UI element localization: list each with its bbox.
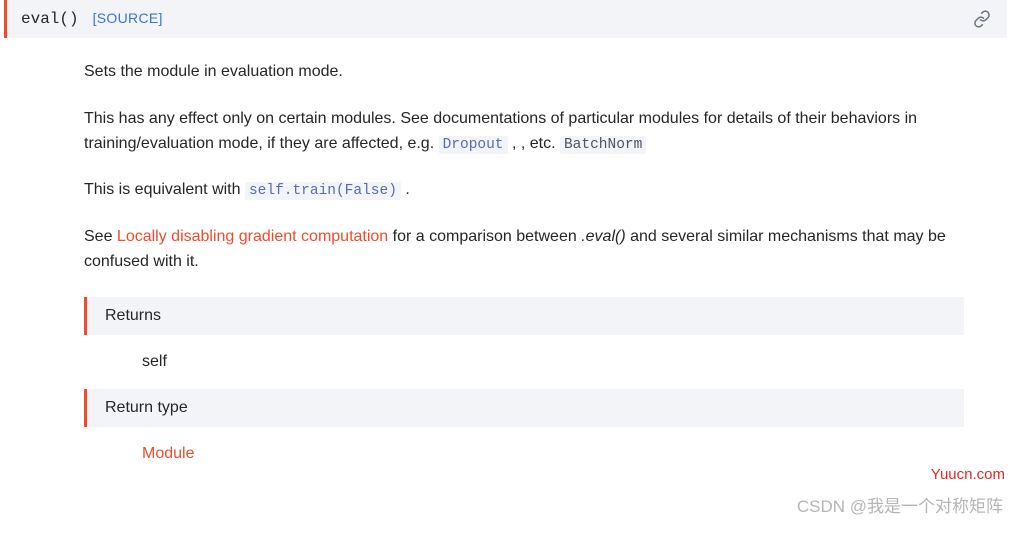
method-name: eval() bbox=[21, 10, 79, 28]
text: for a comparison between bbox=[388, 228, 581, 245]
return-type-label-block: Return type bbox=[84, 389, 964, 427]
source-link[interactable]: [SOURCE] bbox=[93, 10, 163, 26]
return-type-value[interactable]: Module bbox=[84, 431, 964, 481]
return-type-label: Return type bbox=[105, 399, 188, 416]
text: See bbox=[84, 228, 117, 245]
doc-content: eval() [SOURCE] Sets the module in evalu… bbox=[0, 0, 1011, 481]
returns-value: self bbox=[84, 339, 964, 389]
eval-emphasis: .eval() bbox=[581, 228, 625, 245]
paragraph-see-also: See Locally disabling gradient computati… bbox=[84, 225, 964, 275]
text: This is equivalent with bbox=[84, 181, 245, 198]
paragraph-intro: Sets the module in evaluation mode. bbox=[84, 60, 964, 85]
permalink-icon[interactable] bbox=[973, 10, 991, 28]
paragraph-modules: This has any effect only on certain modu… bbox=[84, 107, 964, 157]
description-block: Sets the module in evaluation mode. This… bbox=[4, 60, 964, 481]
signature-header: eval() [SOURCE] bbox=[4, 0, 1007, 38]
text: , , etc. bbox=[508, 135, 560, 152]
code-dropout[interactable]: Dropout bbox=[439, 136, 508, 154]
code-batchnorm[interactable]: BatchNorm bbox=[560, 136, 646, 154]
paragraph-equivalent: This is equivalent with self.train(False… bbox=[84, 178, 964, 203]
watermark-site: Yuucn.com bbox=[931, 466, 1005, 483]
returns-label: Returns bbox=[105, 307, 161, 324]
code-train-false[interactable]: self.train(False) bbox=[245, 182, 401, 200]
link-locally-disabling[interactable]: Locally disabling gradient computation bbox=[117, 228, 388, 245]
signature-left: eval() [SOURCE] bbox=[21, 10, 163, 28]
returns-label-block: Returns bbox=[84, 297, 964, 335]
watermark-author: CSDN @我是一个对称矩阵 bbox=[797, 492, 1003, 517]
text: . bbox=[401, 181, 410, 198]
